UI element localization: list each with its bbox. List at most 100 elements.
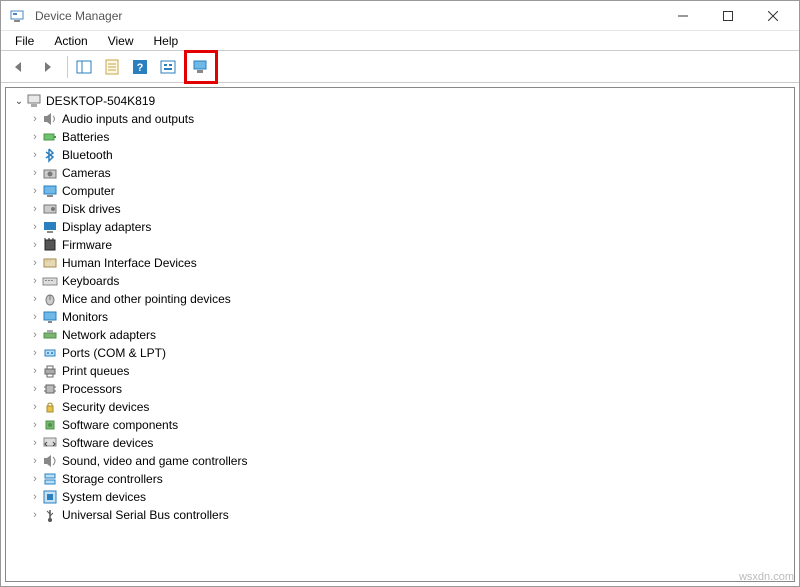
tree-item[interactable]: Disk drives bbox=[28, 200, 794, 218]
security-icon bbox=[42, 399, 58, 415]
forward-button[interactable] bbox=[35, 55, 59, 79]
expander-icon[interactable] bbox=[28, 472, 42, 486]
expander-icon[interactable] bbox=[28, 292, 42, 306]
tree-item[interactable]: Computer bbox=[28, 182, 794, 200]
tree-item[interactable]: Human Interface Devices bbox=[28, 254, 794, 272]
tree-root-node[interactable]: DESKTOP-504K819 bbox=[8, 92, 794, 110]
menu-file[interactable]: File bbox=[5, 31, 44, 50]
tree-item[interactable]: Monitors bbox=[28, 308, 794, 326]
tree-root-label: DESKTOP-504K819 bbox=[46, 94, 155, 108]
toolbar-sep bbox=[67, 56, 68, 78]
content-area: DESKTOP-504K819 Audio inputs and outputs… bbox=[1, 83, 799, 586]
expander-icon[interactable] bbox=[28, 310, 42, 324]
expander-icon[interactable] bbox=[28, 508, 42, 522]
help-button[interactable]: ? bbox=[128, 55, 152, 79]
tree-item-label: Universal Serial Bus controllers bbox=[62, 508, 229, 522]
tree-item[interactable]: Batteries bbox=[28, 128, 794, 146]
tree-item[interactable]: Software devices bbox=[28, 434, 794, 452]
tree-item[interactable]: Mice and other pointing devices bbox=[28, 290, 794, 308]
disk-icon bbox=[42, 201, 58, 217]
expander-icon[interactable] bbox=[28, 166, 42, 180]
storage-icon bbox=[42, 471, 58, 487]
menu-help[interactable]: Help bbox=[144, 31, 189, 50]
mouse-icon bbox=[42, 291, 58, 307]
scan-hardware-button[interactable] bbox=[156, 55, 180, 79]
tree-item-label: Sound, video and game controllers bbox=[62, 454, 247, 468]
computer-icon bbox=[42, 183, 58, 199]
expander-icon[interactable] bbox=[28, 400, 42, 414]
back-button[interactable] bbox=[7, 55, 31, 79]
tree-item[interactable]: Bluetooth bbox=[28, 146, 794, 164]
computer-root-icon bbox=[26, 93, 42, 109]
window-title: Device Manager bbox=[35, 9, 660, 23]
tree-item[interactable]: Cameras bbox=[28, 164, 794, 182]
firmware-icon bbox=[42, 237, 58, 253]
tree-item-label: Firmware bbox=[62, 238, 112, 252]
expander-icon[interactable] bbox=[28, 202, 42, 216]
toolbar: ? bbox=[1, 51, 799, 83]
tree-item[interactable]: Display adapters bbox=[28, 218, 794, 236]
expander-icon[interactable] bbox=[28, 274, 42, 288]
expander-icon[interactable] bbox=[28, 184, 42, 198]
sound-icon bbox=[42, 453, 58, 469]
camera-icon bbox=[42, 165, 58, 181]
expander-icon[interactable] bbox=[28, 418, 42, 432]
expander-icon[interactable] bbox=[28, 148, 42, 162]
tree-item[interactable]: Universal Serial Bus controllers bbox=[28, 506, 794, 524]
expander-icon[interactable] bbox=[28, 490, 42, 504]
usb-icon bbox=[42, 507, 58, 523]
expander-icon[interactable] bbox=[28, 238, 42, 252]
tree-item[interactable]: Software components bbox=[28, 416, 794, 434]
monitor-icon bbox=[42, 309, 58, 325]
tree-item-label: Human Interface Devices bbox=[62, 256, 197, 270]
tree-item-label: Print queues bbox=[62, 364, 129, 378]
app-icon bbox=[9, 8, 25, 24]
tree-item[interactable]: Ports (COM & LPT) bbox=[28, 344, 794, 362]
audio-icon bbox=[42, 111, 58, 127]
tree-item[interactable]: Firmware bbox=[28, 236, 794, 254]
printer-icon bbox=[42, 363, 58, 379]
add-legacy-hardware-button[interactable] bbox=[189, 55, 213, 79]
bluetooth-icon bbox=[42, 147, 58, 163]
expander-icon[interactable] bbox=[28, 364, 42, 378]
tree-item[interactable]: Audio inputs and outputs bbox=[28, 110, 794, 128]
tree-item-label: Software components bbox=[62, 418, 178, 432]
expander-icon[interactable] bbox=[12, 94, 26, 108]
highlight-annotation bbox=[184, 50, 218, 84]
network-icon bbox=[42, 327, 58, 343]
properties-button[interactable] bbox=[100, 55, 124, 79]
svg-text:?: ? bbox=[137, 62, 144, 74]
expander-icon[interactable] bbox=[28, 112, 42, 126]
expander-icon[interactable] bbox=[28, 220, 42, 234]
tree-item[interactable]: Keyboards bbox=[28, 272, 794, 290]
close-button[interactable] bbox=[750, 2, 795, 30]
tree-item[interactable]: System devices bbox=[28, 488, 794, 506]
menu-view[interactable]: View bbox=[98, 31, 144, 50]
tree-item[interactable]: Processors bbox=[28, 380, 794, 398]
tree-item[interactable]: Print queues bbox=[28, 362, 794, 380]
expander-icon[interactable] bbox=[28, 436, 42, 450]
tree-item[interactable]: Sound, video and game controllers bbox=[28, 452, 794, 470]
maximize-button[interactable] bbox=[705, 2, 750, 30]
tree-item[interactable]: Storage controllers bbox=[28, 470, 794, 488]
expander-icon[interactable] bbox=[28, 130, 42, 144]
tree-item-label: Cameras bbox=[62, 166, 111, 180]
menu-action[interactable]: Action bbox=[44, 31, 97, 50]
tree-item-label: Bluetooth bbox=[62, 148, 113, 162]
tree-item-label: Mice and other pointing devices bbox=[62, 292, 231, 306]
expander-icon[interactable] bbox=[28, 256, 42, 270]
tree-item-label: System devices bbox=[62, 490, 146, 504]
expander-icon[interactable] bbox=[28, 328, 42, 342]
expander-icon[interactable] bbox=[28, 454, 42, 468]
tree-item-label: Security devices bbox=[62, 400, 149, 414]
expander-icon[interactable] bbox=[28, 346, 42, 360]
minimize-button[interactable] bbox=[660, 2, 705, 30]
expander-icon[interactable] bbox=[28, 382, 42, 396]
show-hide-console-tree-button[interactable] bbox=[72, 55, 96, 79]
tree-item[interactable]: Security devices bbox=[28, 398, 794, 416]
window-controls bbox=[660, 2, 795, 30]
tree-item-label: Disk drives bbox=[62, 202, 121, 216]
menubar: File Action View Help bbox=[1, 31, 799, 51]
tree-item[interactable]: Network adapters bbox=[28, 326, 794, 344]
device-tree[interactable]: DESKTOP-504K819 Audio inputs and outputs… bbox=[5, 87, 795, 582]
